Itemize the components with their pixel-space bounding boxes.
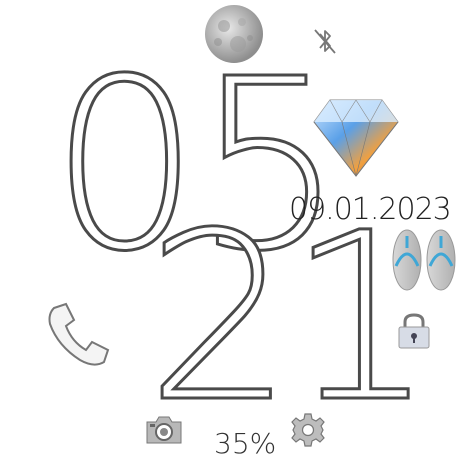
lock-icon[interactable] bbox=[396, 312, 432, 350]
date-display: 09.01.2023 bbox=[289, 192, 452, 227]
minutes-display: 21 bbox=[144, 183, 436, 453]
flip-flops-icon[interactable] bbox=[390, 228, 458, 292]
battery-percentage: 35% bbox=[214, 427, 277, 460]
phone-icon[interactable] bbox=[44, 300, 114, 370]
gear-icon[interactable] bbox=[290, 412, 326, 448]
camera-icon[interactable] bbox=[144, 412, 184, 446]
